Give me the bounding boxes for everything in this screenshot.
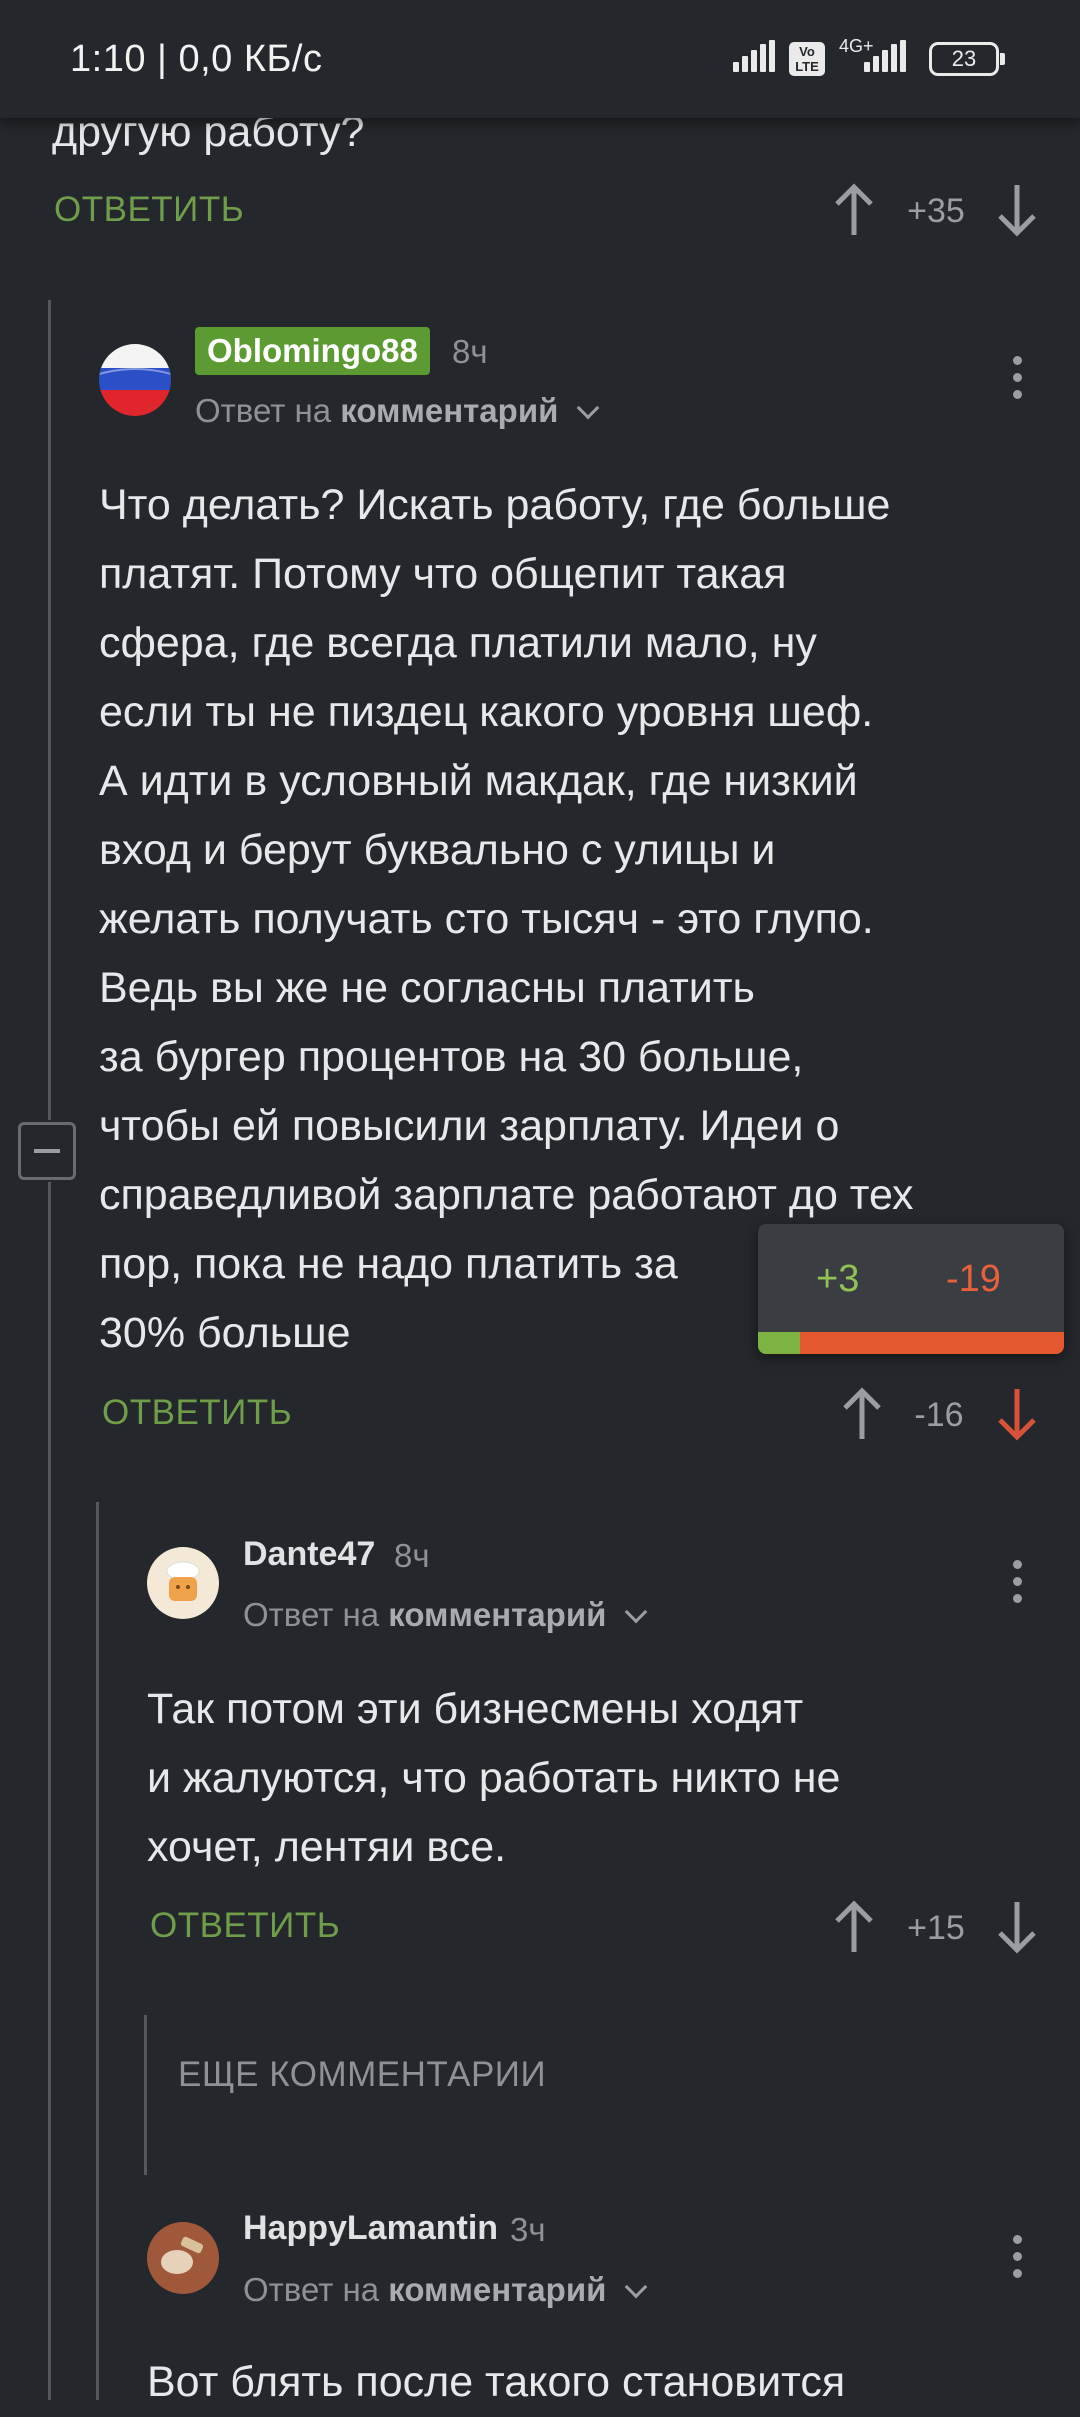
reply-to-prefix: Ответ на — [195, 392, 332, 429]
username[interactable]: HappyLamantin — [243, 2209, 498, 2248]
avatar[interactable] — [99, 344, 171, 416]
reply-to-link[interactable]: Ответ на комментарий — [243, 2271, 647, 2309]
rating-top: +35 — [907, 192, 965, 230]
upvote-icon[interactable] — [841, 1387, 883, 1441]
thread-line-level-2[interactable] — [96, 1502, 99, 2400]
comment-text: Так потом эти бизнесмены ходят и жалуютс… — [147, 1685, 841, 1871]
thread-line-level-3[interactable] — [144, 2015, 147, 2175]
reply-to-prefix: Ответ на — [243, 2271, 380, 2308]
username[interactable]: Oblomingo88 — [195, 327, 430, 375]
battery-icon: 23 — [929, 42, 999, 76]
avatar[interactable] — [147, 1547, 219, 1619]
battery-nub — [1000, 53, 1005, 65]
vote-breakdown-popup: +3 -19 — [758, 1224, 1064, 1354]
reply-button-top[interactable]: ОТВЕТИТЬ — [54, 190, 244, 230]
comment-time: 8ч — [394, 1537, 430, 1574]
chevron-down-icon — [624, 1600, 647, 1624]
plus-votes: +3 — [816, 1258, 860, 1300]
reply-to-target: комментарий — [388, 2271, 607, 2308]
reply-to-target: комментарий — [388, 1596, 607, 1633]
downvote-icon-active[interactable] — [996, 1387, 1038, 1441]
thread-line-level-1b[interactable] — [48, 1182, 51, 2400]
status-time: 1:10 | 0,0 КБ/с — [70, 38, 323, 80]
signal-icon — [733, 40, 778, 72]
reply-to-link[interactable]: Ответ на комментарий — [243, 1596, 647, 1634]
status-bar: 1:10 | 0,0 КБ/с Vo LTE 4G+ 23 — [0, 0, 1080, 118]
downvote-icon[interactable] — [996, 1900, 1038, 1954]
comment-time: 3ч — [510, 2211, 546, 2248]
comment-text: Вот блять после такого становится — [147, 2358, 846, 2406]
collapse-thread-button[interactable] — [18, 1122, 76, 1180]
plus-votes-bar — [758, 1332, 800, 1354]
more-comments-button[interactable]: ЕЩЕ КОММЕНТАРИИ — [178, 2055, 546, 2095]
signal-icon-2 — [864, 40, 909, 72]
rating: -16 — [914, 1396, 964, 1434]
reply-to-prefix: Ответ на — [243, 1596, 380, 1633]
reply-button[interactable]: ОТВЕТИТЬ — [150, 1906, 340, 1946]
upvote-icon[interactable] — [833, 1900, 875, 1954]
upvote-icon[interactable] — [833, 183, 875, 237]
minus-votes: -19 — [946, 1258, 1001, 1300]
thread-line-level-1[interactable] — [48, 300, 51, 1120]
reply-button[interactable]: ОТВЕТИТЬ — [102, 1393, 292, 1433]
chevron-down-icon — [576, 396, 599, 420]
reply-to-link[interactable]: Ответ на комментарий — [195, 392, 599, 430]
chevron-down-icon — [624, 2275, 647, 2299]
rating: +15 — [907, 1909, 965, 1947]
reply-to-target: комментарий — [340, 392, 559, 429]
more-options-icon[interactable] — [1013, 356, 1023, 407]
downvote-icon[interactable] — [996, 183, 1038, 237]
avatar[interactable] — [147, 2222, 219, 2294]
more-options-icon[interactable] — [1013, 1560, 1023, 1611]
minus-votes-bar — [800, 1332, 1064, 1354]
comment-time: 8ч — [452, 333, 488, 370]
username[interactable]: Dante47 — [243, 1535, 375, 1574]
more-options-icon[interactable] — [1013, 2235, 1023, 2286]
volte-icon: Vo LTE — [789, 42, 825, 76]
